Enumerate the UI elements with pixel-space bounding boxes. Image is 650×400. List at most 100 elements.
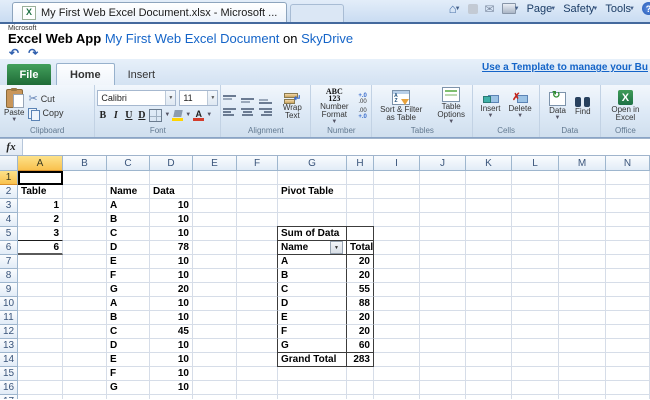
cell-L1[interactable]: [512, 171, 559, 185]
cell-G12[interactable]: F: [277, 325, 347, 339]
cell-F4[interactable]: [237, 213, 278, 227]
column-header-D[interactable]: D: [150, 156, 193, 171]
cell-B16[interactable]: [63, 381, 107, 395]
cell-N1[interactable]: [606, 171, 650, 185]
cell-F6[interactable]: [237, 241, 278, 255]
document-title-link[interactable]: My First Web Excel Document: [105, 31, 280, 46]
cell-E6[interactable]: [193, 241, 237, 255]
cell-M16[interactable]: [559, 381, 606, 395]
cell-G4[interactable]: [278, 213, 347, 227]
cell-I5[interactable]: [374, 227, 420, 241]
cell-G7[interactable]: A: [277, 255, 347, 269]
cell-M1[interactable]: [559, 171, 606, 185]
cell-L4[interactable]: [512, 213, 559, 227]
cell-F2[interactable]: [237, 185, 278, 199]
cell-D12[interactable]: 45: [150, 325, 193, 339]
cell-E16[interactable]: [193, 381, 237, 395]
cell-B12[interactable]: [63, 325, 107, 339]
cell-G15[interactable]: [278, 367, 347, 381]
cell-E2[interactable]: [193, 185, 237, 199]
cell-B7[interactable]: [63, 255, 107, 269]
row-header-15[interactable]: 15: [0, 367, 18, 381]
row-header-4[interactable]: 4: [0, 213, 18, 227]
cell-A3[interactable]: 1: [18, 199, 63, 213]
cell-I12[interactable]: [374, 325, 420, 339]
cell-M17[interactable]: [559, 395, 606, 399]
cell-J1[interactable]: [420, 171, 466, 185]
cell-E4[interactable]: [193, 213, 237, 227]
tab-file[interactable]: File: [7, 64, 51, 85]
cell-F8[interactable]: [237, 269, 278, 283]
select-all-corner[interactable]: [0, 156, 18, 171]
data-button[interactable]: Data ▼: [547, 91, 568, 121]
cell-L17[interactable]: [512, 395, 559, 399]
cell-H12[interactable]: 20: [347, 325, 374, 339]
cell-D14[interactable]: 10: [150, 353, 193, 367]
font-name-combo[interactable]: Calibri ▼: [97, 90, 177, 106]
cell-M3[interactable]: [559, 199, 606, 213]
cell-M4[interactable]: [559, 213, 606, 227]
cell-J2[interactable]: [420, 185, 466, 199]
cell-K3[interactable]: [466, 199, 512, 213]
template-link[interactable]: Use a Template to manage your Bu: [482, 62, 648, 73]
cell-H13[interactable]: 60: [347, 339, 374, 353]
cell-A8[interactable]: [18, 269, 63, 283]
fx-button[interactable]: fx: [0, 139, 23, 155]
cell-G10[interactable]: D: [277, 297, 347, 311]
cell-B13[interactable]: [63, 339, 107, 353]
cell-H3[interactable]: [347, 199, 374, 213]
cell-G11[interactable]: E: [277, 311, 347, 325]
cell-N15[interactable]: [606, 367, 650, 381]
double-underline-button[interactable]: D: [136, 110, 147, 121]
cell-D8[interactable]: 10: [150, 269, 193, 283]
cell-K2[interactable]: [466, 185, 512, 199]
cell-A15[interactable]: [18, 367, 63, 381]
cell-J8[interactable]: [420, 269, 466, 283]
cell-B6[interactable]: [63, 241, 107, 255]
cell-D6[interactable]: 78: [150, 241, 193, 255]
font-color-icon[interactable]: A: [193, 110, 205, 121]
cell-C11[interactable]: B: [107, 311, 150, 325]
cell-E9[interactable]: [193, 283, 237, 297]
cell-M7[interactable]: [559, 255, 606, 269]
cell-J16[interactable]: [420, 381, 466, 395]
cell-A5[interactable]: 3: [18, 227, 63, 241]
cell-F15[interactable]: [237, 367, 278, 381]
cell-L11[interactable]: [512, 311, 559, 325]
undo-icon[interactable]: ↶: [9, 47, 19, 59]
cell-A12[interactable]: [18, 325, 63, 339]
sort-filter-as-table-button[interactable]: AZ Sort & Filter as Table: [374, 90, 428, 122]
cell-A2[interactable]: Table: [18, 185, 63, 199]
cell-C7[interactable]: E: [107, 255, 150, 269]
cell-D3[interactable]: 10: [150, 199, 193, 213]
cell-D15[interactable]: 10: [150, 367, 193, 381]
cell-C5[interactable]: C: [107, 227, 150, 241]
cell-B14[interactable]: [63, 353, 107, 367]
cell-D13[interactable]: 10: [150, 339, 193, 353]
cell-D7[interactable]: 10: [150, 255, 193, 269]
cell-K16[interactable]: [466, 381, 512, 395]
cell-L15[interactable]: [512, 367, 559, 381]
cell-N8[interactable]: [606, 269, 650, 283]
cell-G5[interactable]: Sum of Data: [277, 226, 347, 241]
tab-insert[interactable]: Insert: [115, 64, 169, 85]
row-header-14[interactable]: 14: [0, 353, 18, 367]
cell-A14[interactable]: [18, 353, 63, 367]
row-header-9[interactable]: 9: [0, 283, 18, 297]
cell-B15[interactable]: [63, 367, 107, 381]
cell-L9[interactable]: [512, 283, 559, 297]
cell-A1[interactable]: [18, 171, 63, 185]
cell-K10[interactable]: [466, 297, 512, 311]
cell-C9[interactable]: G: [107, 283, 150, 297]
cell-N16[interactable]: [606, 381, 650, 395]
cell-E3[interactable]: [193, 199, 237, 213]
cell-G1[interactable]: [278, 171, 347, 185]
column-header-J[interactable]: J: [420, 156, 466, 171]
cell-N10[interactable]: [606, 297, 650, 311]
tab-home[interactable]: Home: [56, 63, 115, 85]
cell-B9[interactable]: [63, 283, 107, 297]
cell-N4[interactable]: [606, 213, 650, 227]
cell-A7[interactable]: [18, 255, 63, 269]
cell-M2[interactable]: [559, 185, 606, 199]
browser-tab[interactable]: X My First Web Excel Document.xlsx - Mic…: [12, 2, 288, 22]
